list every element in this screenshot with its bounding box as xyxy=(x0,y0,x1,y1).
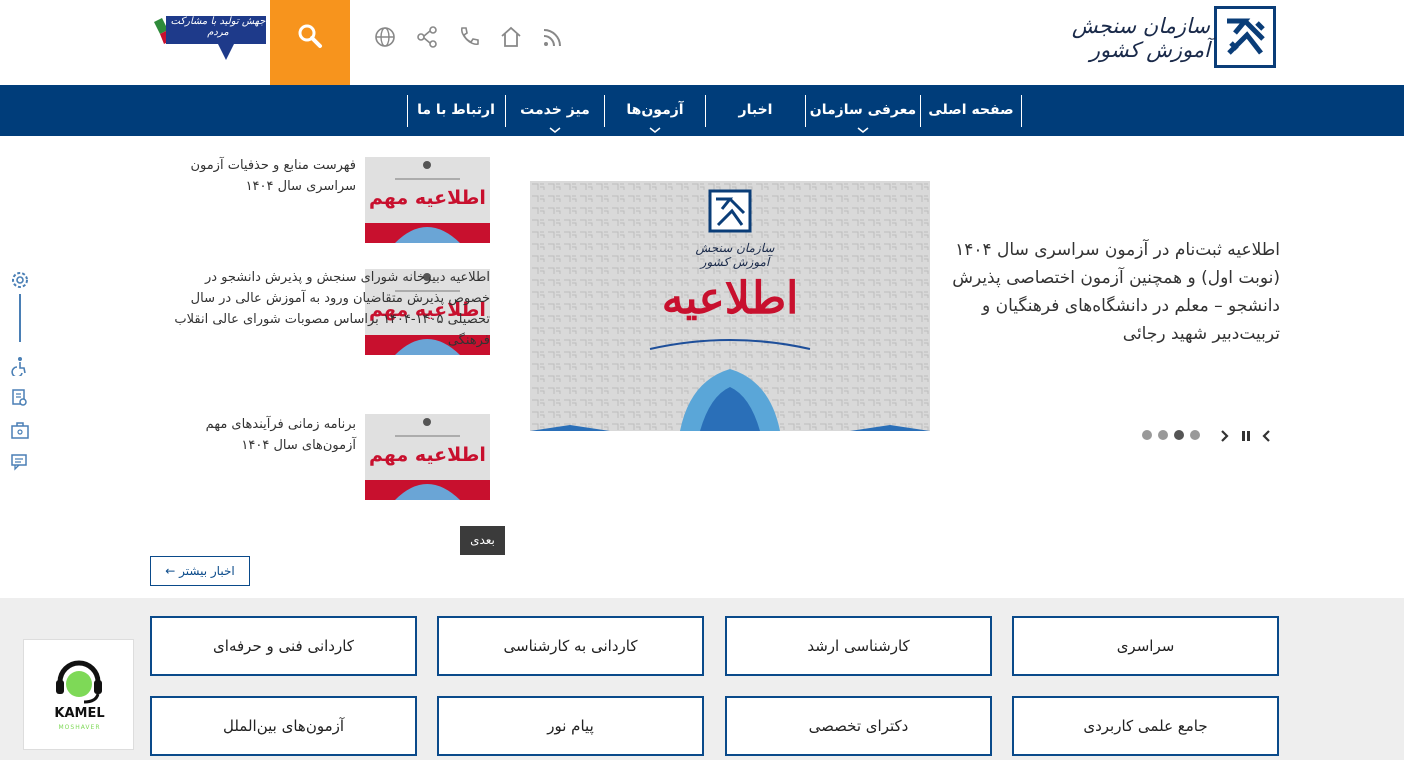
nav-item-home[interactable]: صفحه اصلی xyxy=(921,95,1022,127)
slider-next-icon[interactable] xyxy=(1260,428,1274,442)
category-sarasari[interactable]: سراسری xyxy=(1012,616,1279,676)
side-divider xyxy=(19,294,21,342)
chat-icon[interactable] xyxy=(10,452,30,472)
category-associate-to-bachelor[interactable]: کاردانی به کارشناسی xyxy=(437,616,704,676)
nav-item-exams[interactable]: آزمون‌ها xyxy=(605,95,706,133)
news-thumb-label: اطلاعیه مهم xyxy=(369,444,486,466)
category-payame-noor[interactable]: پیام نور xyxy=(437,696,704,756)
category-applied-science[interactable]: جامع علمی کاربردی xyxy=(1012,696,1279,756)
news-next-button[interactable]: بعدی xyxy=(460,526,505,555)
news-item-title[interactable]: برنامه زمانی فرآیندهای مهم آزمون‌های سال… xyxy=(170,414,356,456)
chevron-down-icon xyxy=(549,127,561,133)
category-masters[interactable]: کارشناسی ارشد xyxy=(725,616,992,676)
slider-image-title: اطلاعیه xyxy=(661,273,799,324)
chevron-down-icon xyxy=(649,127,661,133)
slider-dot[interactable] xyxy=(1158,430,1168,440)
kamel-support-widget[interactable]: KAMEL MOSHAVER xyxy=(23,639,134,750)
document-search-icon[interactable] xyxy=(10,388,30,408)
org-logo-text[interactable]: سازمان سنجش آموزش کشور xyxy=(1070,14,1210,62)
site-header: سازمان سنجش آموزش کشور جهش تولید با مشار… xyxy=(0,0,1404,85)
search-icon xyxy=(298,24,322,48)
chevron-down-icon xyxy=(857,127,869,133)
category-international[interactable]: آزمون‌های بین‌الملل xyxy=(150,696,417,756)
kamel-name: KAMEL xyxy=(54,706,105,721)
nav-item-news[interactable]: اخبار xyxy=(706,95,806,127)
more-news-button[interactable]: اخبار بیشتر ← xyxy=(150,556,250,586)
kamel-sub: MOSHAVER xyxy=(58,724,101,731)
slider-image-org: سازمان سنجش آموزش کشور xyxy=(695,241,775,269)
rss-icon[interactable] xyxy=(541,25,565,49)
slider-image[interactable]: سازمان سنجش آموزش کشور اطلاعیه xyxy=(530,181,930,431)
nav-item-contact[interactable]: ارتباط با ما xyxy=(407,95,506,127)
slider-dot[interactable] xyxy=(1142,430,1152,440)
nav-item-service-desk[interactable]: میز خدمت xyxy=(506,95,605,133)
phone-icon[interactable] xyxy=(457,25,481,49)
headset-icon xyxy=(56,660,102,704)
share-icon[interactable] xyxy=(415,25,439,49)
news-thumbnail[interactable]: اطلاعیه مهم xyxy=(365,414,490,500)
nav-divider xyxy=(407,95,408,127)
main-nav: صفحه اصلی معرفی سازمان اخبار آزمون‌ها می… xyxy=(0,85,1404,136)
news-item-title-body[interactable]: اطلاعیه دبیرخانه شورای سنجش و پذیرش دانش… xyxy=(170,267,490,351)
category-technical-vocational[interactable]: کاردانی فنی و حرفه‌ای xyxy=(150,616,417,676)
slider-headline[interactable]: اطلاعیه ثبت‌نام در آزمون سراسری سال ۱۴۰۴… xyxy=(945,236,1280,348)
news-thumb-label: اطلاعیه مهم xyxy=(369,187,486,209)
globe-icon[interactable] xyxy=(373,25,397,49)
news-item-title[interactable]: فهرست منابع و حذفیات آزمون سراسری سال ۱۴… xyxy=(170,155,356,197)
campaign-text: جهش تولید با مشارکت مردم xyxy=(170,16,266,38)
org-logo-icon[interactable] xyxy=(1214,6,1276,68)
category-phd[interactable]: دکترای تخصصی xyxy=(725,696,992,756)
settings-gear-icon[interactable] xyxy=(10,270,30,290)
slider-dot[interactable] xyxy=(1190,430,1200,440)
news-thumbnail[interactable]: اطلاعیه مهم xyxy=(365,157,490,243)
nav-item-about[interactable]: معرفی سازمان xyxy=(806,95,921,133)
search-button[interactable] xyxy=(270,0,350,85)
accessibility-icon[interactable] xyxy=(10,356,30,378)
slider-prev-icon[interactable] xyxy=(1217,428,1231,442)
slider-pause-icon[interactable] xyxy=(1239,428,1253,442)
briefcase-icon[interactable] xyxy=(10,420,30,440)
slider-dot[interactable] xyxy=(1174,430,1184,440)
home-icon[interactable] xyxy=(499,25,523,49)
